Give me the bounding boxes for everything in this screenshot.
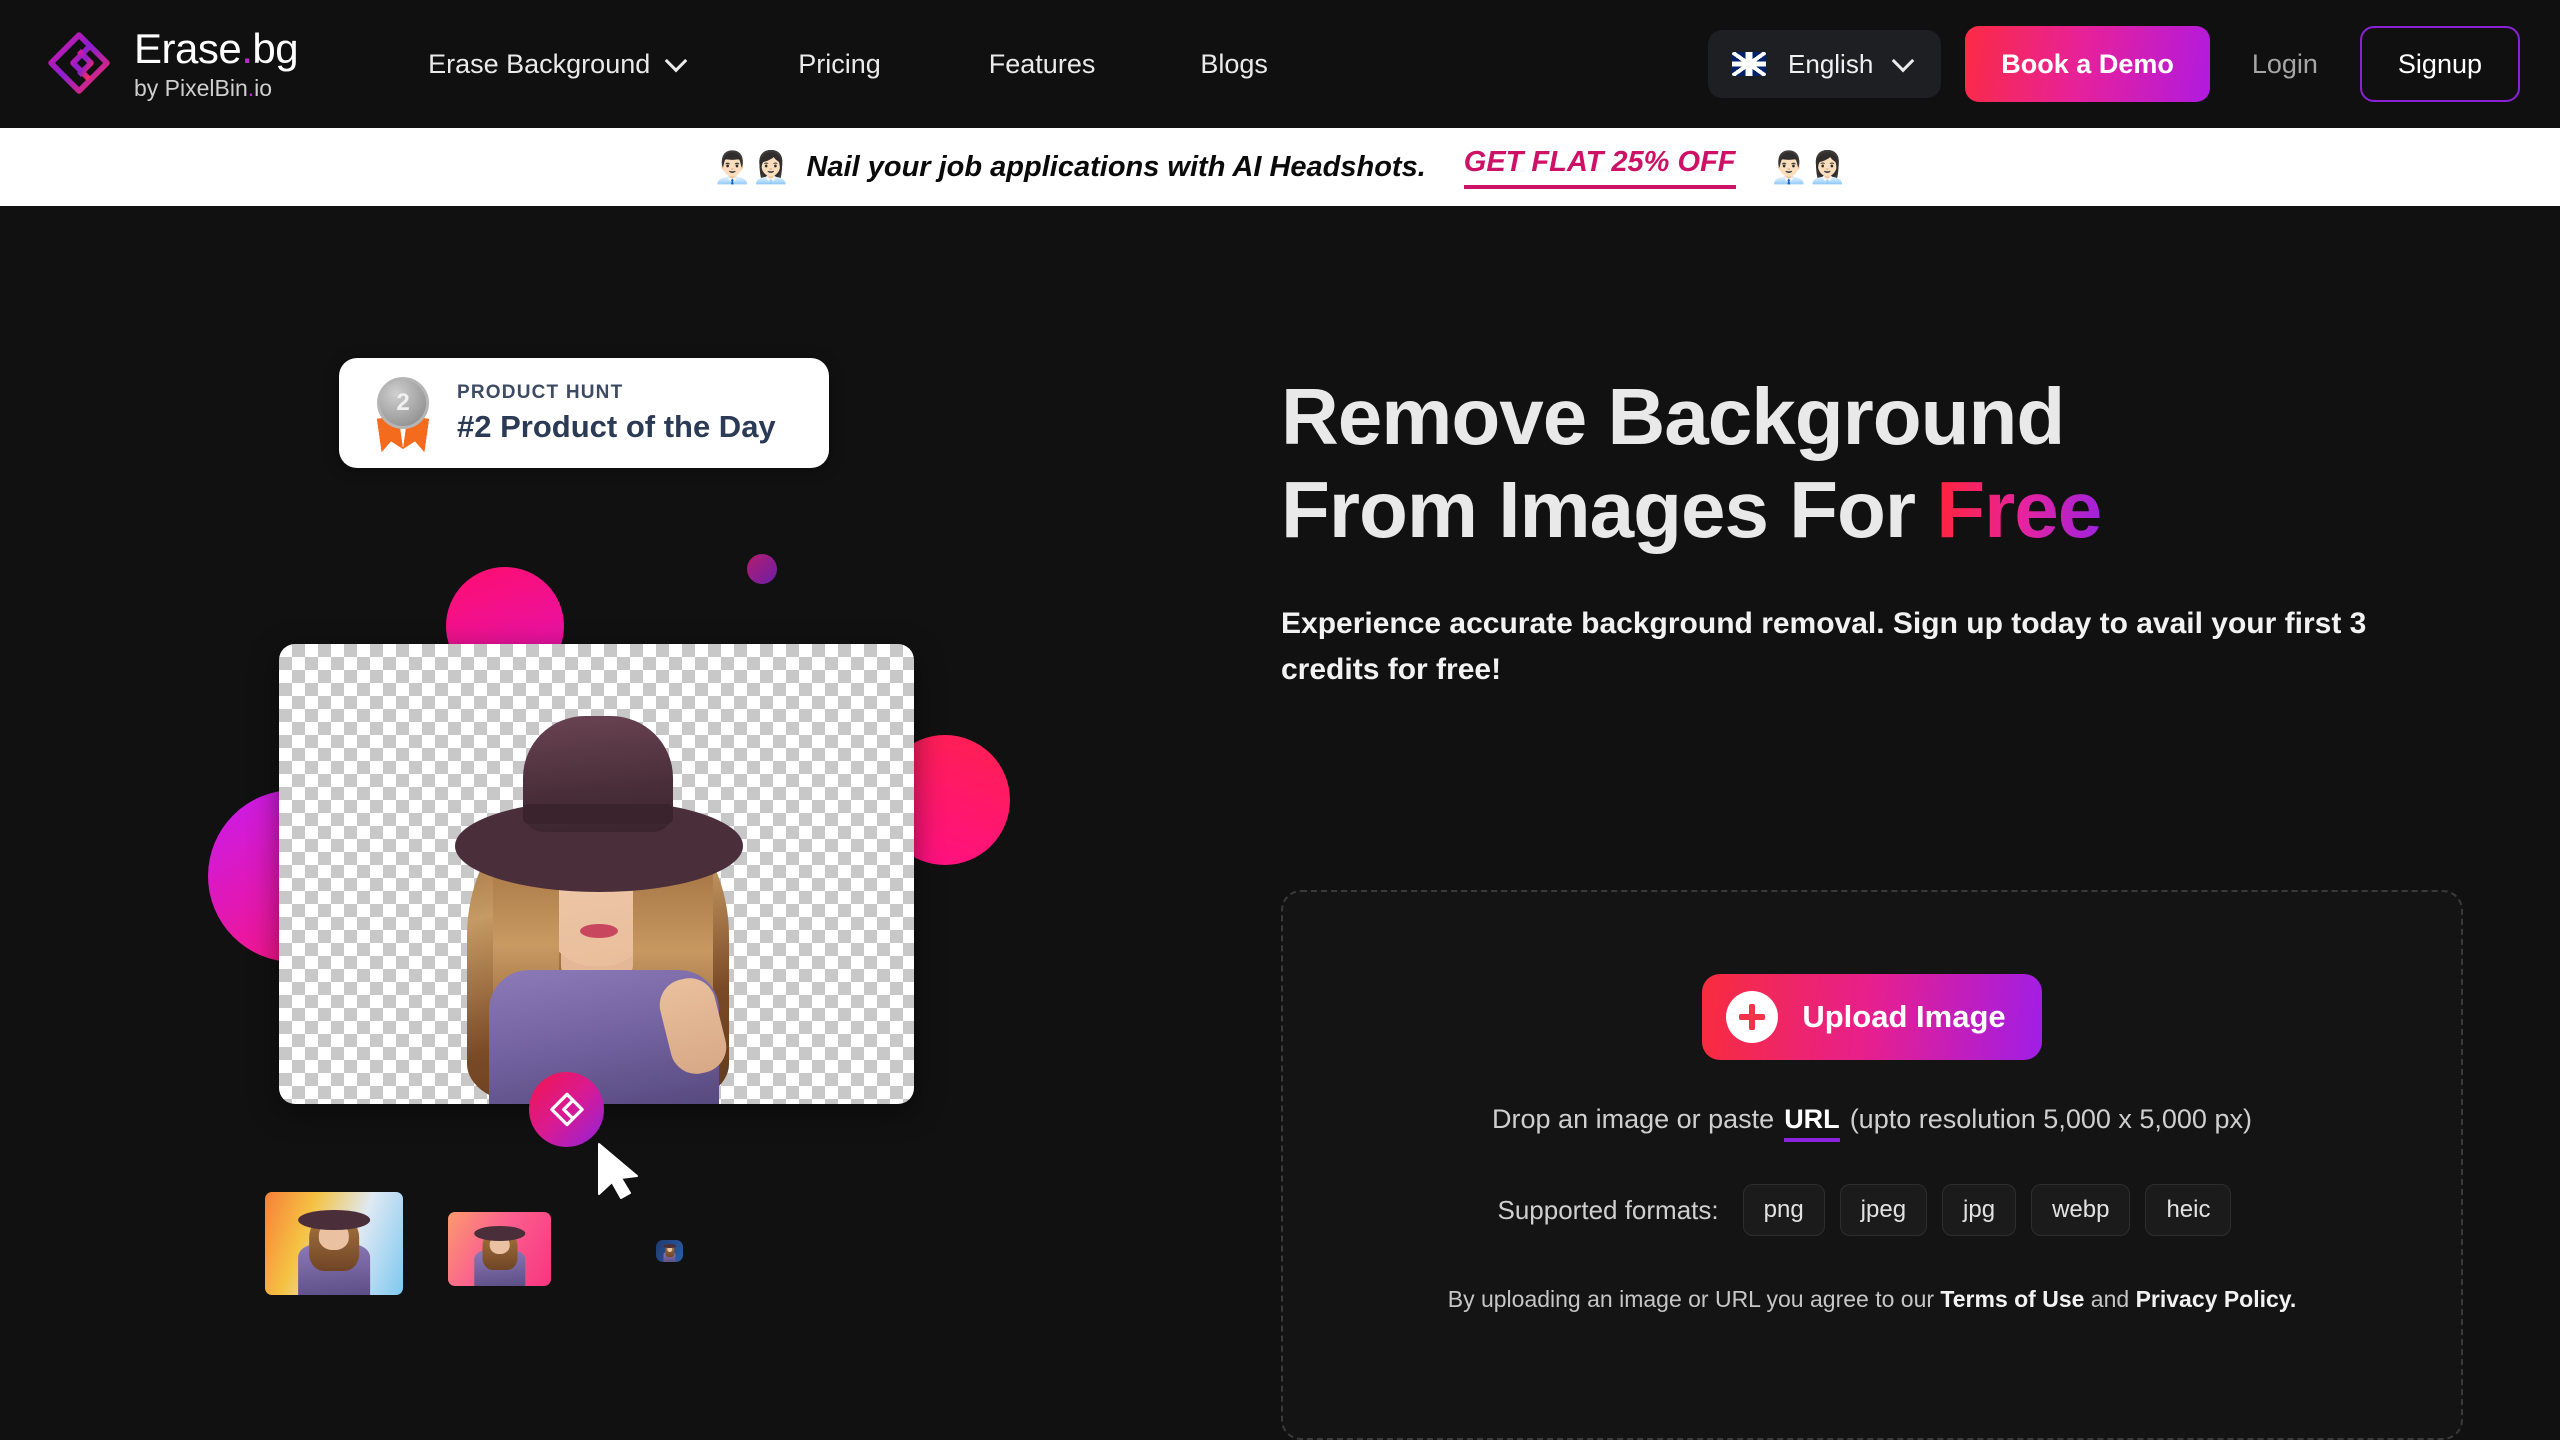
paste-url-link[interactable]: URL bbox=[1784, 1104, 1840, 1142]
promo-banner[interactable]: 👨🏻‍💼👩🏻‍💼 Nail your job applications with… bbox=[0, 128, 2560, 206]
supported-formats-row: Supported formats: png jpeg jpg webp hei… bbox=[1498, 1184, 2247, 1236]
product-hunt-kicker: PRODUCT HUNT bbox=[457, 381, 624, 403]
medal-rank: 2 bbox=[377, 377, 429, 429]
erase-bg-diamond-logo-icon bbox=[42, 27, 116, 101]
list-item[interactable] bbox=[656, 1240, 683, 1262]
nav-right-actions: English Book a Demo Login Signup bbox=[1708, 0, 2520, 128]
upload-dropzone[interactable]: Upload Image Drop an image or paste URL … bbox=[1281, 890, 2463, 1440]
language-selector[interactable]: English bbox=[1708, 30, 1942, 98]
headshot-emoji-left: 👨🏻‍💼👩🏻‍💼 bbox=[713, 149, 791, 185]
list-item[interactable] bbox=[265, 1192, 403, 1295]
chevron-down-icon bbox=[668, 51, 688, 71]
top-navigation-bar: Erase.bg by PixelBin.io Erase Background… bbox=[0, 0, 2560, 128]
hero-subtitle: Experience accurate background removal. … bbox=[1281, 606, 2367, 687]
nav-item-label: Blogs bbox=[1200, 48, 1268, 79]
terms-middle: and bbox=[2084, 1286, 2136, 1312]
uk-flag-icon bbox=[1732, 52, 1767, 76]
drop-hint-suffix: (upto resolution 5,000 x 5,000 px) bbox=[1849, 1104, 2252, 1134]
format-badge-png: png bbox=[1742, 1184, 1825, 1236]
product-hunt-badge[interactable]: 2 PRODUCT HUNT #2 Product of the Day bbox=[339, 358, 829, 468]
format-badge-webp: webp bbox=[2031, 1184, 2131, 1236]
page-title: Remove Background From Images For Free bbox=[1281, 371, 2461, 557]
promo-banner-text: Nail your job applications with AI Heads… bbox=[806, 150, 1426, 183]
cursor-arrow-icon bbox=[598, 1143, 638, 1199]
hero-heading-accent: Free bbox=[1936, 464, 2102, 554]
hero-heading-line1: Remove Background bbox=[1281, 372, 2065, 461]
nav-item-label: Pricing bbox=[798, 48, 881, 79]
product-hunt-medal-icon: 2 bbox=[369, 377, 435, 449]
nav-item-blogs[interactable]: Blogs bbox=[1200, 49, 1268, 80]
plus-icon bbox=[1726, 991, 1779, 1043]
upload-image-label: Upload Image bbox=[1802, 999, 2006, 1034]
nav-item-features[interactable]: Features bbox=[989, 49, 1096, 80]
brand-title: Erase.bg bbox=[134, 25, 299, 72]
terms-disclaimer: By uploading an image or URL you agree t… bbox=[1448, 1286, 2297, 1313]
brand-text: Erase.bg by PixelBin.io bbox=[134, 25, 299, 101]
nav-item-label: Erase Background bbox=[428, 48, 651, 79]
erase-bg-logo-button[interactable] bbox=[529, 1072, 604, 1147]
drop-hint-prefix: Drop an image or paste bbox=[1492, 1104, 1775, 1134]
nav-item-erase-background[interactable]: Erase Background bbox=[428, 49, 688, 80]
book-a-demo-button[interactable]: Book a Demo bbox=[1965, 26, 2210, 102]
hero-heading-line2: From Images For bbox=[1281, 464, 1937, 554]
product-hunt-texts: PRODUCT HUNT #2 Product of the Day bbox=[457, 382, 776, 445]
terms-of-use-link[interactable]: Terms of Use bbox=[1940, 1286, 2084, 1312]
language-label: English bbox=[1788, 48, 1874, 79]
hero-copy-column: Remove Background From Images For Free E… bbox=[1281, 206, 2461, 694]
format-badge-heic: heic bbox=[2145, 1184, 2232, 1236]
upload-image-button[interactable]: Upload Image bbox=[1702, 974, 2042, 1060]
login-link[interactable]: Login bbox=[2252, 49, 2318, 80]
chevron-down-icon bbox=[1895, 51, 1915, 71]
format-badge-jpg: jpg bbox=[1942, 1184, 2017, 1236]
nav-links: Erase Background Pricing Features Blogs bbox=[428, 49, 1268, 80]
nav-item-pricing[interactable]: Pricing bbox=[798, 49, 881, 80]
decorative-circle-small bbox=[747, 554, 777, 584]
privacy-policy-link[interactable]: Privacy Policy. bbox=[2136, 1286, 2297, 1312]
signup-button[interactable]: Signup bbox=[2359, 26, 2520, 102]
supported-formats-label: Supported formats: bbox=[1497, 1194, 1719, 1225]
promo-banner-cta[interactable]: GET FLAT 25% OFF bbox=[1463, 146, 1736, 189]
brand-logo-link[interactable]: Erase.bg by PixelBin.io bbox=[42, 25, 299, 101]
terms-prefix: By uploading an image or URL you agree t… bbox=[1447, 1286, 1941, 1312]
list-item[interactable] bbox=[448, 1212, 551, 1286]
format-badge-jpeg: jpeg bbox=[1839, 1184, 1928, 1236]
portrait-image bbox=[437, 678, 757, 1104]
erase-bg-logo-icon bbox=[549, 1092, 584, 1126]
product-hunt-title: #2 Product of the Day bbox=[457, 408, 776, 444]
headshot-emoji-right: 👨🏻‍💼👩🏻‍💼 bbox=[1769, 149, 1847, 185]
drop-hint-text: Drop an image or paste URL (upto resolut… bbox=[1492, 1104, 2252, 1142]
nav-item-label: Features bbox=[988, 48, 1096, 79]
transparent-background-preview bbox=[279, 644, 914, 1104]
brand-byline: by PixelBin.io bbox=[134, 75, 273, 101]
